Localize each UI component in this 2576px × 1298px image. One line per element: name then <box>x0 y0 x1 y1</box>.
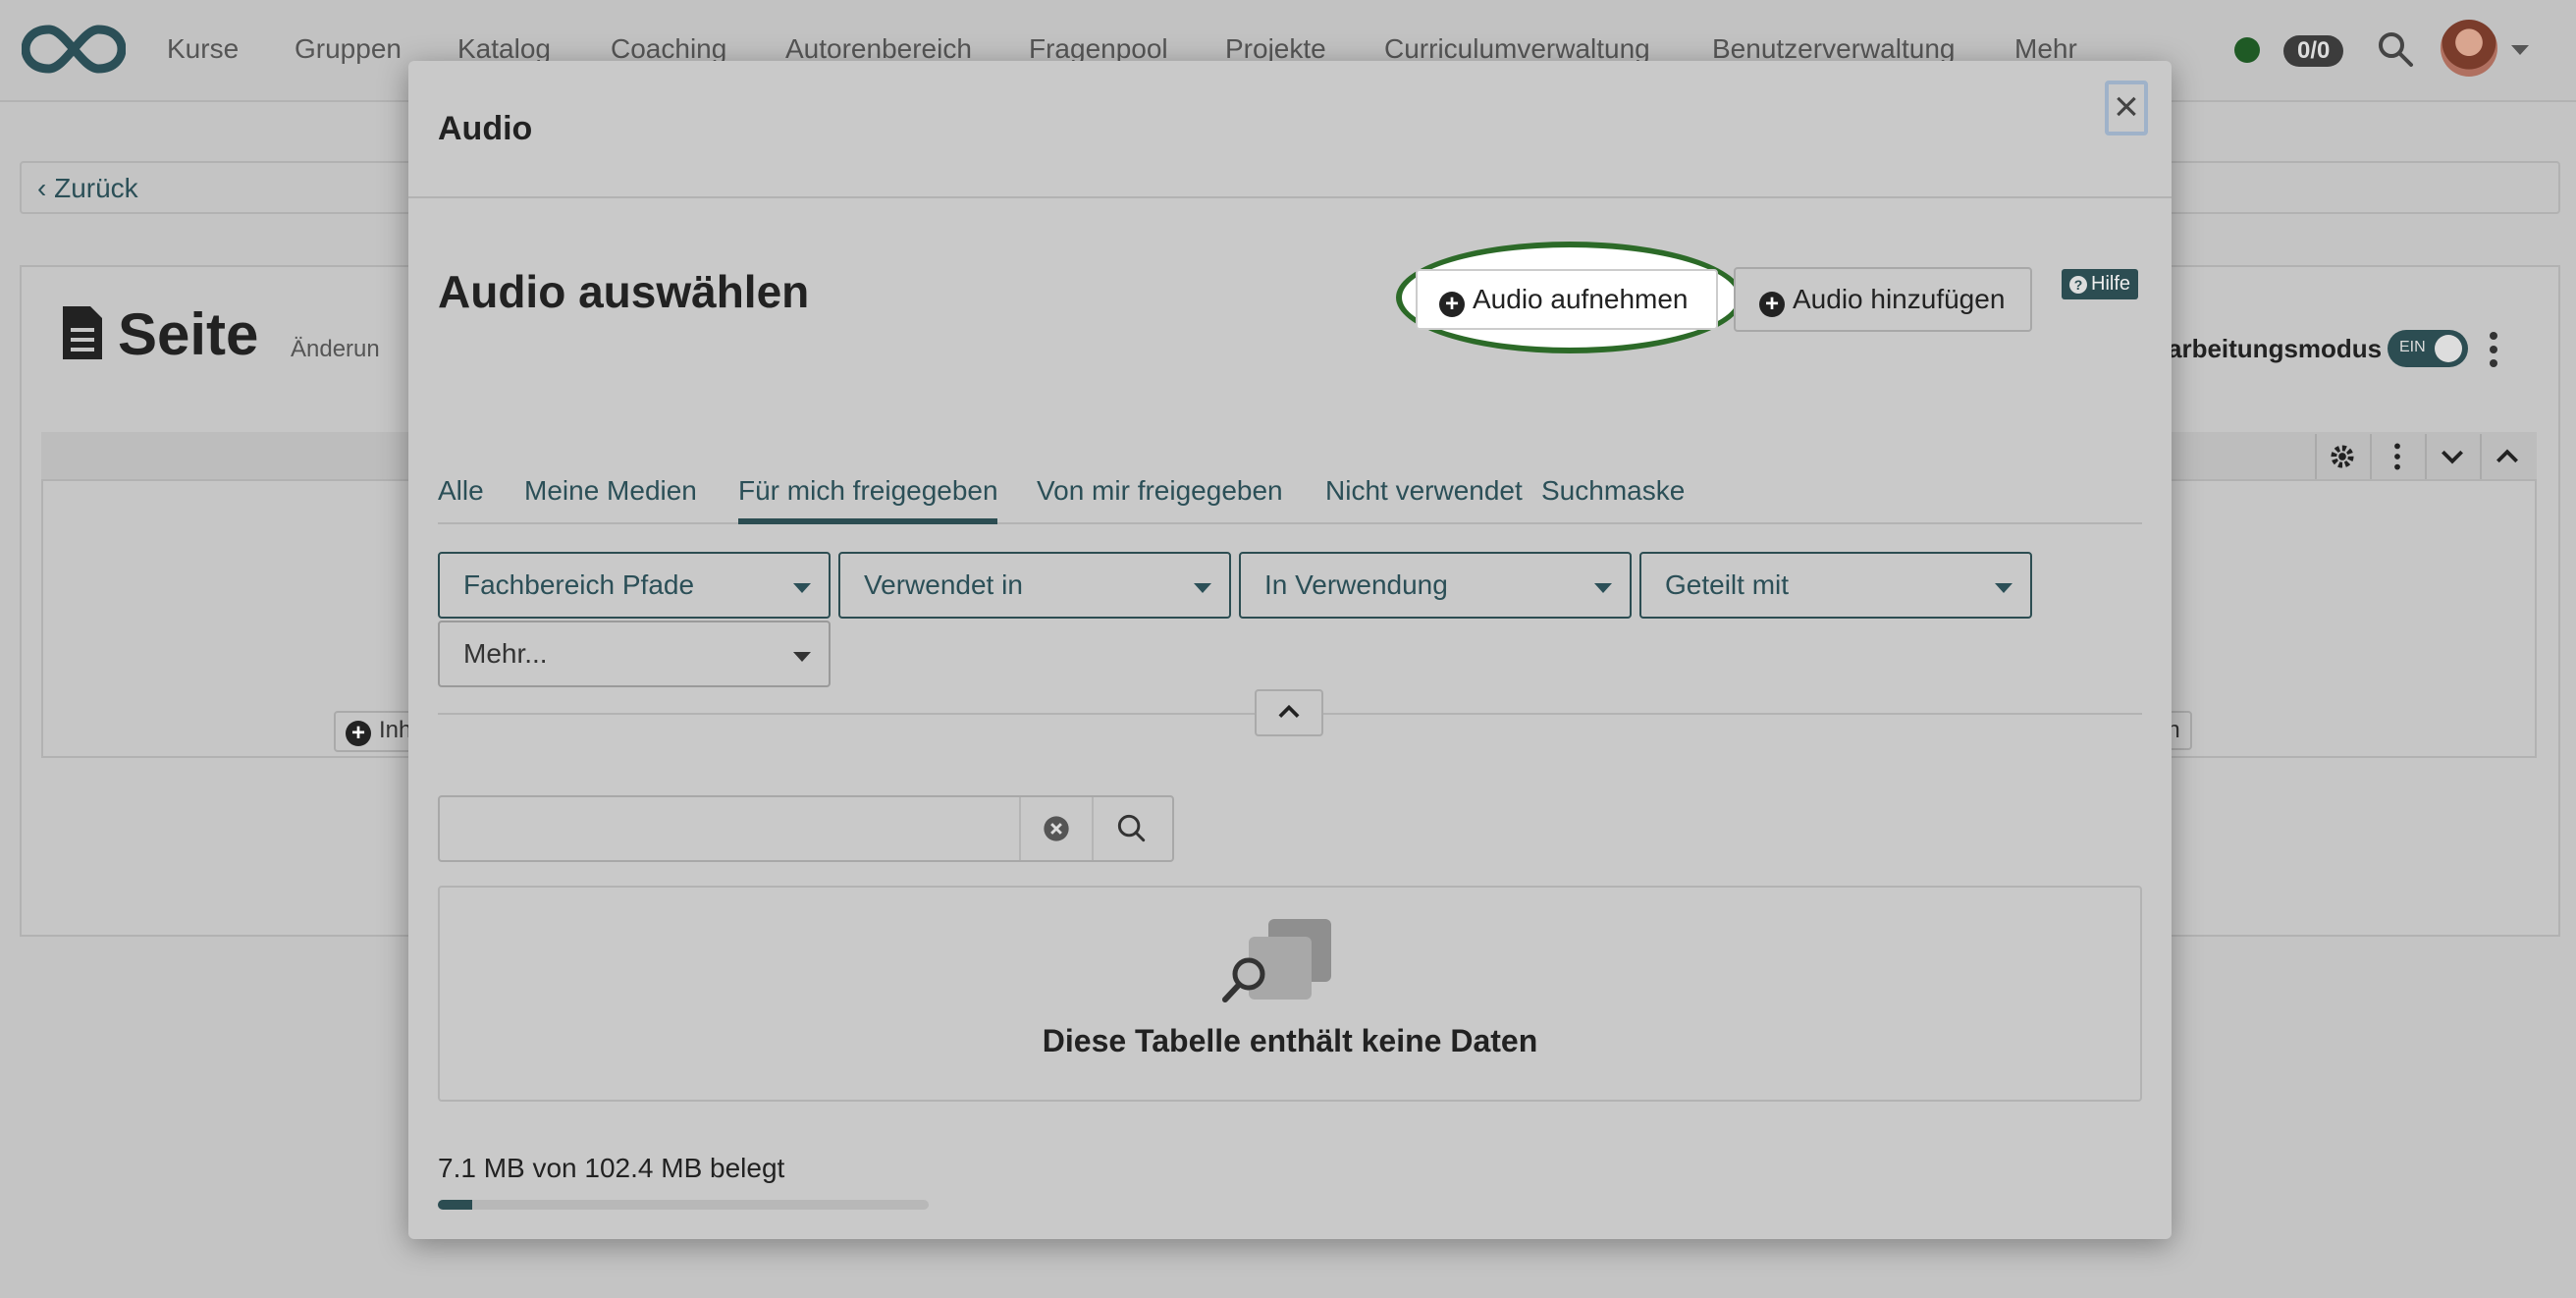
modal-header: Audio × <box>408 61 2172 198</box>
filter-label: Verwendet in <box>864 569 1023 600</box>
record-audio-label: Audio aufnehmen <box>1473 284 1689 314</box>
caret-down-icon <box>1594 583 1612 593</box>
storage-usage-bar <box>438 1200 929 1210</box>
tab-nicht-verwendet[interactable]: Nicht verwendet <box>1325 475 1523 507</box>
search-icon[interactable] <box>2376 29 2415 69</box>
online-status-dot[interactable] <box>2234 37 2260 63</box>
back-link[interactable]: ‹ Zurück <box>37 173 138 204</box>
plus-circle-icon: + <box>1439 292 1465 317</box>
modal-title: Audio <box>438 110 533 147</box>
help-button[interactable]: ? Hilfe <box>2062 269 2139 299</box>
toggle-knob <box>2435 335 2462 362</box>
record-audio-button[interactable]: + Audio aufnehmen <box>1416 269 1718 330</box>
back-label: Zurück <box>54 173 138 203</box>
caret-down-icon <box>1194 583 1211 593</box>
edit-mode-toggle[interactable]: EIN <box>2388 330 2468 367</box>
openolat-logo[interactable] <box>22 22 126 77</box>
nav-gruppen[interactable]: Gruppen <box>295 33 402 65</box>
page-title: Seite <box>118 301 259 367</box>
storage-usage-fill <box>438 1200 472 1210</box>
collapse-filters-button[interactable] <box>1255 689 1323 736</box>
add-audio-label: Audio hinzufügen <box>1793 284 2006 314</box>
chevron-up-icon[interactable] <box>2480 434 2533 479</box>
filter-verwendet-in[interactable]: Verwendet in <box>838 552 1231 619</box>
filter-label: In Verwendung <box>1264 569 1448 600</box>
question-icon: ? <box>2069 276 2087 294</box>
kebab-icon[interactable] <box>2370 434 2423 479</box>
help-label: Hilfe <box>2091 273 2131 295</box>
caret-down-icon <box>793 652 811 662</box>
section-title: Audio auswählen <box>438 266 810 317</box>
audio-modal: Audio × Audio auswählen + Audio aufnehmen… <box>408 61 2172 1239</box>
tab-meine-medien[interactable]: Meine Medien <box>524 475 697 507</box>
status-count-badge[interactable]: 0/0 <box>2283 35 2344 67</box>
close-icon[interactable]: × <box>2105 81 2148 135</box>
tab-suchmaske[interactable]: Suchmaske <box>1541 475 1685 507</box>
edit-mode-label: arbeitungsmodus <box>2168 334 2383 363</box>
page-file-icon <box>63 306 102 359</box>
clear-search-icon[interactable] <box>1019 797 1092 860</box>
chevron-down-icon[interactable] <box>2425 434 2478 479</box>
toggle-label: EIN <box>2399 339 2426 355</box>
more-options-icon[interactable] <box>2484 330 2503 369</box>
filter-mehr[interactable]: Mehr... <box>438 621 831 687</box>
filter-label: Mehr... <box>463 638 548 669</box>
caret-down-icon <box>1995 583 2012 593</box>
tab-fuer-mich-freigegeben[interactable]: Für mich freigegeben <box>738 475 998 507</box>
search-icon[interactable] <box>1092 797 1172 860</box>
empty-search-icon <box>1222 919 1331 1002</box>
add-audio-button[interactable]: + Audio hinzufügen <box>1734 267 2032 332</box>
plus-circle-icon: + <box>1759 292 1785 317</box>
filter-label: Fachbereich Pfade <box>463 569 695 600</box>
filter-fachbereich[interactable]: Fachbereich Pfade <box>438 552 831 619</box>
filter-in-verwendung[interactable]: In Verwendung <box>1239 552 1632 619</box>
search-field[interactable] <box>438 795 1174 862</box>
plus-circle-icon: + <box>346 721 371 746</box>
media-tabs: Alle Meine Medien Für mich freigegeben V… <box>438 465 2142 524</box>
filter-label: Geteilt mit <box>1665 569 1790 600</box>
empty-table-message: Diese Tabelle enthält keine Daten <box>1042 1023 1538 1058</box>
save-hint: Änderun <box>291 336 380 362</box>
storage-usage-text: 7.1 MB von 102.4 MB belegt <box>438 1153 785 1183</box>
active-tab-indicator <box>738 518 997 524</box>
caret-down-icon <box>793 583 811 593</box>
tab-alle[interactable]: Alle <box>438 475 484 507</box>
nav-kurse[interactable]: Kurse <box>167 33 239 65</box>
tab-von-mir-freigegeben[interactable]: Von mir freigegeben <box>1037 475 1283 507</box>
gear-icon[interactable] <box>2315 434 2368 479</box>
chevron-down-icon[interactable] <box>2511 45 2529 55</box>
filter-geteilt-mit[interactable]: Geteilt mit <box>1639 552 2032 619</box>
add-left-label: Inh <box>379 717 412 743</box>
user-avatar[interactable] <box>2441 20 2497 77</box>
